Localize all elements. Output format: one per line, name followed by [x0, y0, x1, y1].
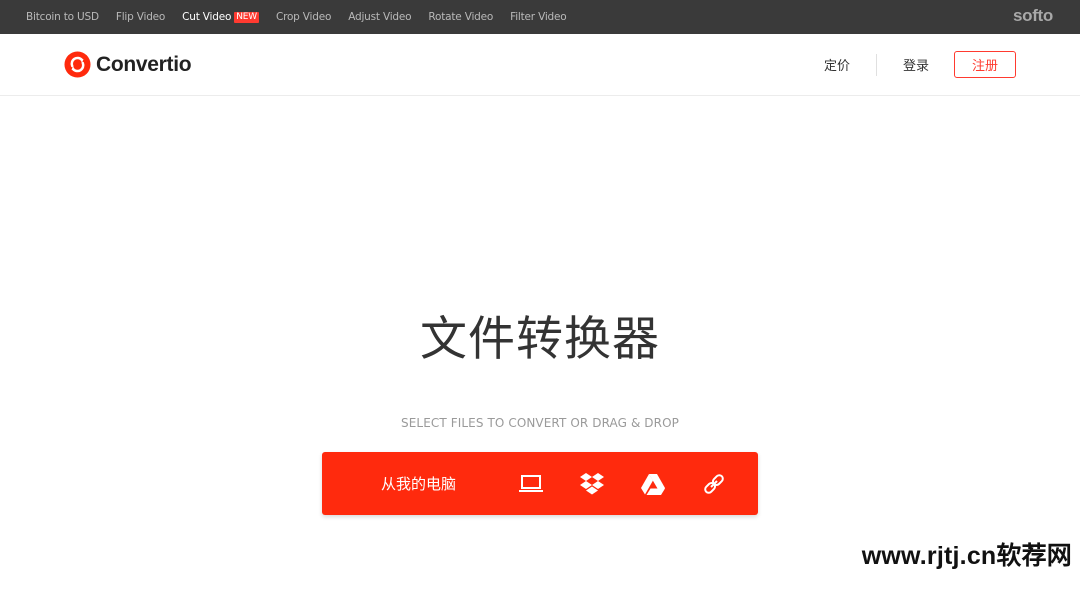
topbar-link-crop-video[interactable]: Crop Video: [276, 11, 331, 23]
convertio-logo[interactable]: Convertio: [64, 51, 192, 78]
softo-app-links: Bitcoin to USD Flip Video Cut Video NEW C…: [26, 0, 584, 34]
url-link-icon[interactable]: [701, 471, 727, 497]
nav-divider: [875, 53, 877, 76]
upload-from-computer-button[interactable]: 从我的电脑: [322, 452, 515, 515]
softo-logo[interactable]: softo: [1013, 6, 1053, 26]
new-badge: NEW: [234, 12, 259, 23]
nav-pricing-link[interactable]: 定价: [824, 55, 850, 74]
header-nav: 定价 登录 注册: [824, 51, 1016, 78]
dropbox-icon[interactable]: [579, 471, 605, 497]
computer-icon[interactable]: [518, 471, 544, 497]
watermark-text: www.rjtj.cn软荐网: [861, 542, 1072, 570]
topbar-link-bitcoin-to-usd[interactable]: Bitcoin to USD: [26, 11, 99, 23]
topbar-link-rotate-video[interactable]: Rotate Video: [428, 11, 493, 23]
signup-button[interactable]: 注册: [954, 51, 1016, 78]
file-upload-bar: 从我的电脑: [322, 452, 758, 515]
brand-name: Convertio: [96, 52, 192, 76]
page-title: 文件转换器: [420, 312, 660, 367]
topbar-link-cut-video[interactable]: Cut Video NEW: [182, 11, 259, 23]
softo-top-bar: Bitcoin to USD Flip Video Cut Video NEW C…: [0, 0, 1080, 34]
topbar-link-adjust-video[interactable]: Adjust Video: [348, 11, 411, 23]
upload-instructions: SELECT FILES TO CONVERT OR DRAG & DROP: [401, 416, 679, 430]
topbar-link-cut-video-label: Cut Video: [182, 11, 232, 23]
google-drive-icon[interactable]: [640, 471, 666, 497]
site-header: Convertio 定价 登录 注册: [0, 34, 1080, 96]
nav-login-link[interactable]: 登录: [903, 55, 929, 74]
topbar-link-flip-video[interactable]: Flip Video: [116, 11, 165, 23]
topbar-link-filter-video[interactable]: Filter Video: [510, 11, 567, 23]
convertio-logo-icon: [64, 51, 91, 78]
